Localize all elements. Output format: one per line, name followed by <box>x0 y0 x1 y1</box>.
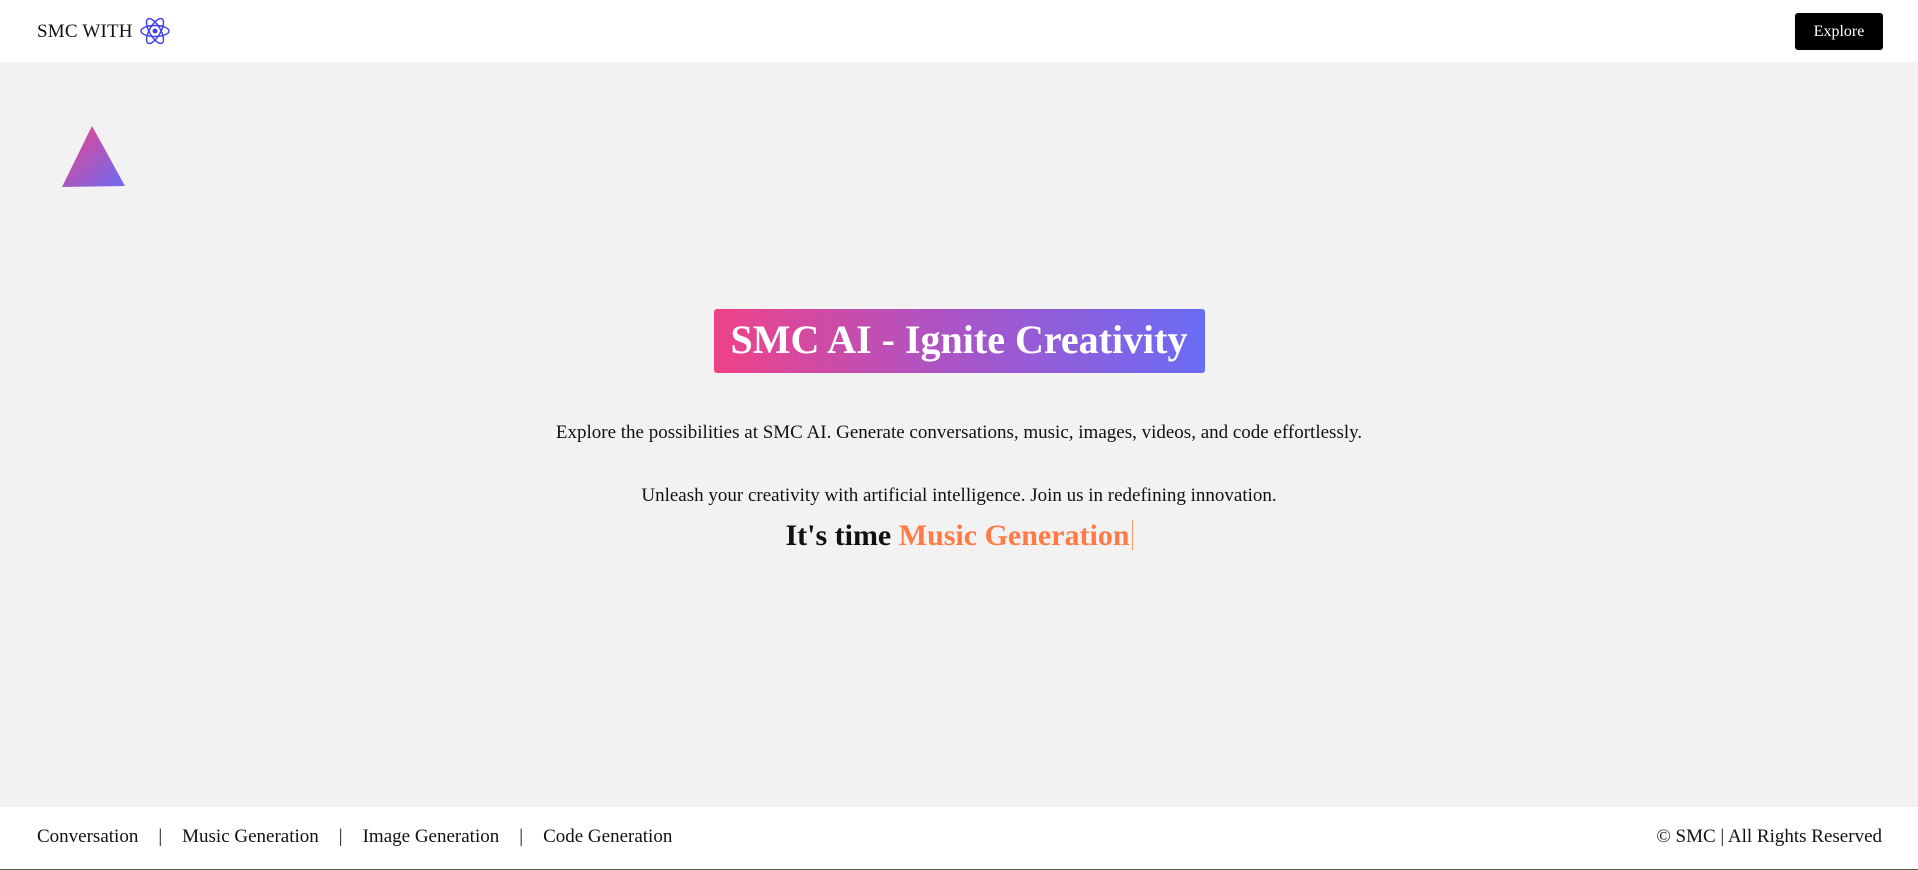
hero-description-secondary: Unleash your creativity with artificial … <box>641 485 1277 506</box>
footer-links: Conversation | Music Generation | Image … <box>37 826 672 848</box>
typing-prefix: It's time <box>785 519 899 552</box>
footer: Conversation | Music Generation | Image … <box>0 807 1918 870</box>
typing-word: Music Generation <box>898 519 1130 552</box>
typing-headline: It's time Music Generation <box>0 516 1918 556</box>
footer-separator: | <box>338 826 343 847</box>
footer-separator: | <box>158 826 163 847</box>
footer-separator: | <box>519 826 524 847</box>
typing-caret <box>1131 520 1133 550</box>
hero-description: Explore the possibilities at SMC AI. Gen… <box>555 422 1363 443</box>
copyright-text: © SMC | All Rights Reserved <box>1656 826 1882 847</box>
triangle-icon <box>62 124 126 188</box>
footer-link-conversation[interactable]: Conversation <box>37 826 138 848</box>
footer-link-music-generation[interactable]: Music Generation <box>182 826 319 848</box>
brand-logo[interactable]: SMC WITH <box>37 17 171 47</box>
hero-section: SMC AI - Ignite Creativity Explore the p… <box>0 309 1918 556</box>
explore-button[interactable]: Explore <box>1795 13 1883 50</box>
atom-icon <box>140 17 170 45</box>
brand-text: SMC WITH <box>37 21 133 42</box>
top-nav-bar: SMC WITH Explore <box>0 0 1918 62</box>
hero-title: SMC AI - Ignite Creativity <box>713 309 1205 373</box>
footer-link-image-generation[interactable]: Image Generation <box>363 826 500 848</box>
footer-link-code-generation[interactable]: Code Generation <box>543 826 672 848</box>
